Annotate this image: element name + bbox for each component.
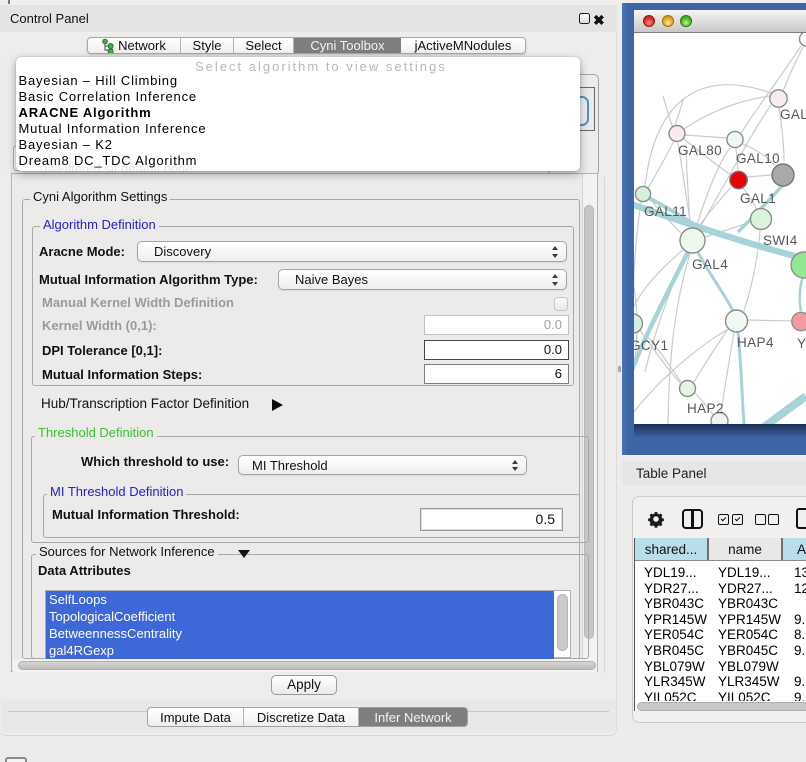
svg-text:SWI4: SWI4 <box>763 233 798 248</box>
svg-text:GAL11: GAL11 <box>644 204 687 219</box>
svg-text:GAL4: GAL4 <box>692 257 728 272</box>
svg-text:HAP4: HAP4 <box>737 335 774 350</box>
svg-text:GAL2: GAL2 <box>780 107 806 122</box>
svg-text:GAL10: GAL10 <box>736 151 780 166</box>
svg-text:HAP2: HAP2 <box>687 401 724 416</box>
svg-text:GCY1: GCY1 <box>634 338 668 353</box>
svg-text:GAL80: GAL80 <box>678 143 722 158</box>
svg-text:YD: YD <box>797 336 806 351</box>
svg-text:GAL1: GAL1 <box>740 191 776 206</box>
